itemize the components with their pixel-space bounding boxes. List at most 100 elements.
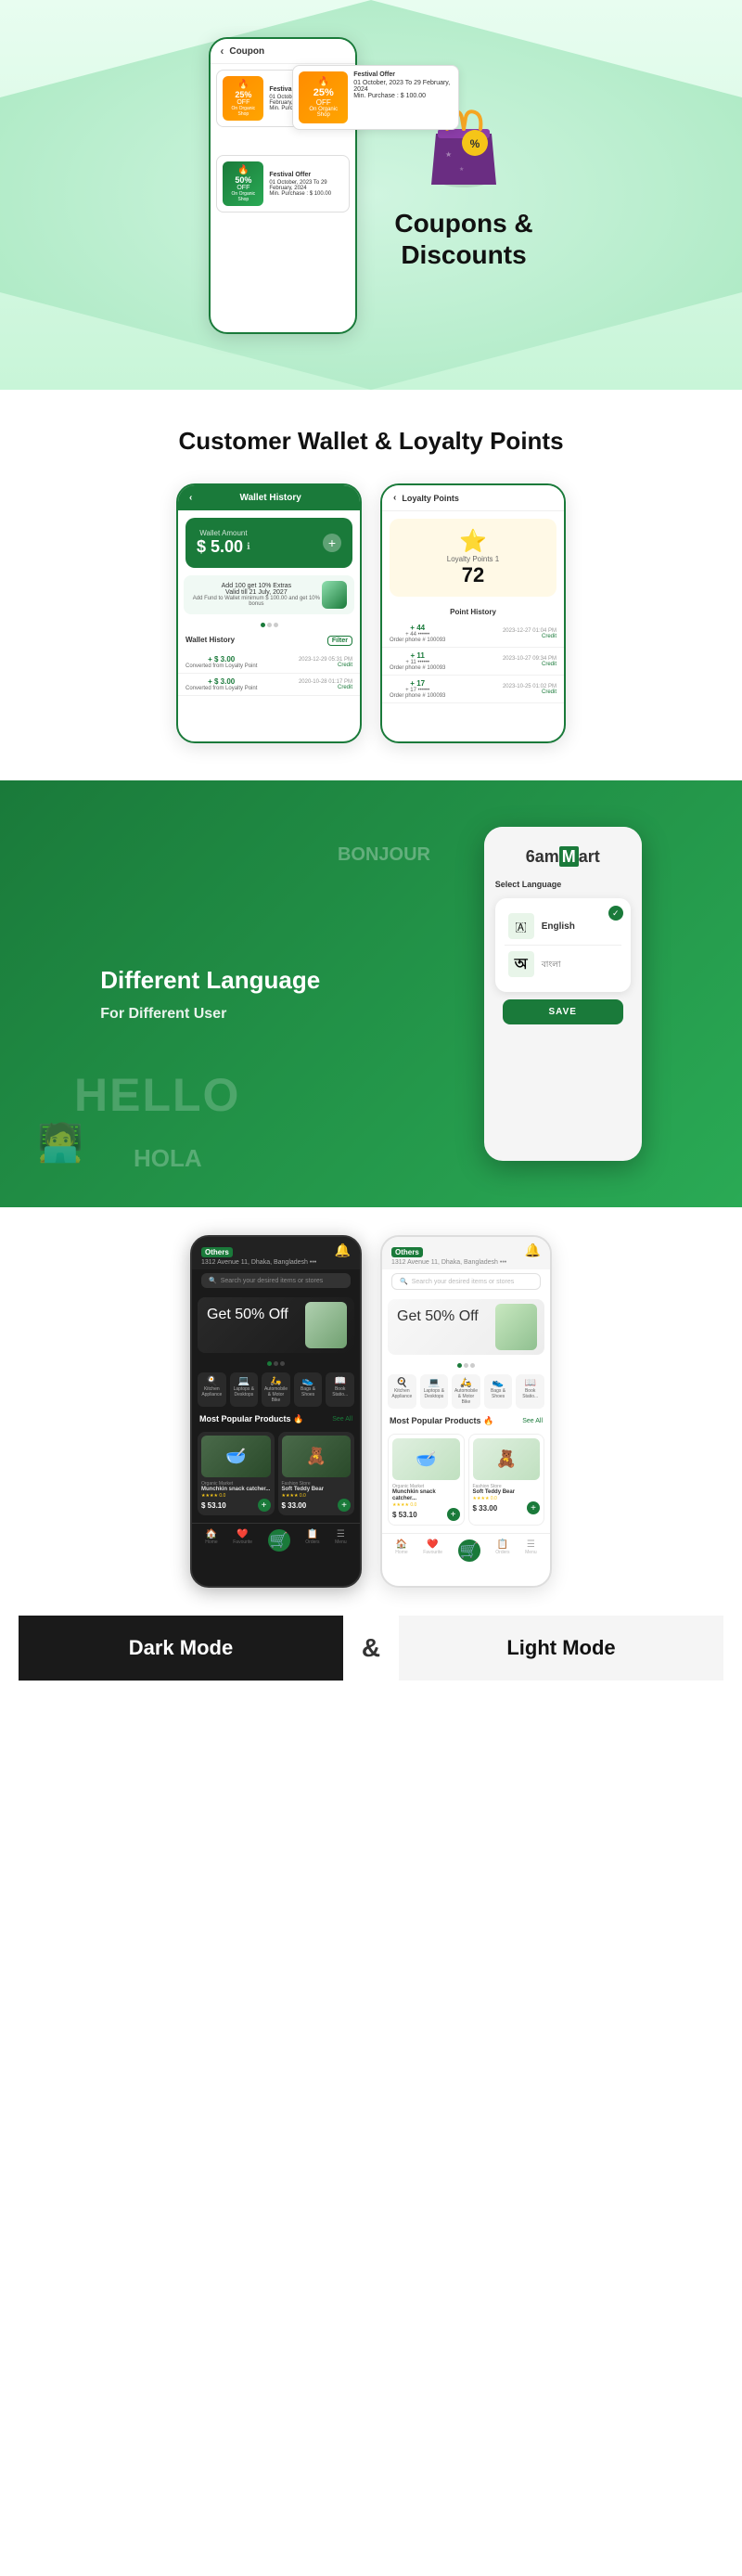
coupon-off-2: OFF: [228, 185, 258, 191]
ptx-1-date: 2023-12-27 01:04 PM: [503, 628, 556, 634]
wallet-header-label: Wallet History: [240, 493, 301, 503]
light-nav-cart[interactable]: 🛒: [458, 1539, 480, 1562]
save-language-button[interactable]: SAVE: [503, 999, 623, 1024]
tx-2-meta: 2020-10-28 01:17 PM Credit: [299, 679, 352, 690]
coupon-title-2: Festival Offer: [269, 172, 343, 178]
dark-search-bar[interactable]: 🔍 Search your desired items or stores: [201, 1273, 351, 1288]
cat-auto-icon-light: 🛵: [454, 1378, 479, 1388]
dark-products-row: 🥣 Organic Market Munchkin snack catcher.…: [192, 1428, 360, 1519]
coupon-badge-1: 🔥 25% OFF On Organic Shop: [223, 76, 263, 121]
light-nav-home[interactable]: 🏠 Home: [395, 1539, 407, 1562]
dot-1: [261, 623, 265, 627]
wallet-section: Customer Wallet & Loyalty Points ‹ Walle…: [0, 390, 742, 780]
check-badge-icon: ✓: [608, 906, 623, 921]
hello-text: HELLO: [74, 1068, 240, 1122]
light-dot-2: [464, 1363, 468, 1368]
select-language-label: Select Language: [495, 876, 631, 893]
light-product-2-image: 🧸: [473, 1438, 541, 1480]
light-search-bar[interactable]: 🔍 Search your desired items or stores: [391, 1273, 541, 1290]
search-icon-dark: 🔍: [209, 1277, 217, 1284]
light-address: 1312 Avenue 11, Dhaka, Bangladesh •••: [391, 1259, 506, 1266]
dark-nav-orders[interactable]: 📋 Orders: [305, 1529, 319, 1552]
cat-laptop-icon-light: 💻: [422, 1378, 447, 1388]
ptx-1-desc: Order phone # 100093: [390, 638, 445, 643]
bengali-label: বাংলা: [542, 958, 561, 972]
add-to-cart-light-1[interactable]: +: [447, 1508, 460, 1521]
light-popular-label: Most Popular Products 🔥: [390, 1416, 493, 1426]
coupons-title-line1: Coupons & Discounts: [394, 208, 532, 270]
ptx-1-amount: + 44: [390, 624, 445, 632]
cat-bags-light: 👟 Bags & Shoes: [484, 1374, 513, 1409]
bengali-option[interactable]: অ বাংলা: [505, 945, 621, 983]
english-flag-icon: 🇦: [508, 913, 534, 939]
add-to-cart-dark-1[interactable]: +: [258, 1499, 271, 1512]
tx-2-date: 2020-10-28 01:17 PM: [299, 679, 352, 685]
dark-nav-home[interactable]: 🏠 Home: [205, 1529, 217, 1552]
ptx-2-amount: + 11: [390, 651, 445, 660]
hola-text: HOLA: [134, 1144, 202, 1173]
dark-header-info: Others 1312 Avenue 11, Dhaka, Bangladesh…: [201, 1243, 316, 1266]
ptx-1-info: + 44 + 44 •••••• Order phone # 100093: [390, 624, 445, 643]
dark-nav-cart[interactable]: 🛒: [268, 1529, 290, 1552]
dark-product-2-footer: $ 33.00 +: [282, 1499, 352, 1512]
coupons-section: ‹ Coupon 🔥 25% OFF On Organic Shop Festi…: [0, 0, 742, 390]
cat-bags-label-light: Bags & Shoes: [486, 1388, 511, 1399]
point-history-label: Point History: [382, 604, 564, 620]
cat-laptop-dark: 💻 Laptops & Desktops: [230, 1372, 259, 1407]
add-to-cart-light-2[interactable]: +: [527, 1501, 540, 1514]
lang-phone-top: 6amMart Select Language ✓ 🇦 English অ বা…: [484, 827, 642, 1043]
mode-amp: &: [343, 1616, 399, 1681]
bell-icon-dark[interactable]: 🔔: [335, 1243, 351, 1258]
loyalty-header-label: Loyalty Points: [402, 494, 459, 503]
ptx-2-desc: Order phone # 100093: [390, 665, 445, 671]
filter-button[interactable]: Filter: [327, 636, 352, 646]
bell-icon-light[interactable]: 🔔: [525, 1243, 541, 1258]
point-tx-3: + 17 + 17 •••••• Order phone # 100093 20…: [382, 676, 564, 703]
dark-product-2-name: Soft Teddy Bear: [282, 1487, 352, 1493]
loyalty-points-card: ⭐ Loyalty Points 1 72: [390, 519, 556, 597]
dark-dot-2: [274, 1361, 278, 1366]
back-arrow-icon[interactable]: ‹: [220, 45, 224, 58]
ptx-3-meta: 2023-10-25 01:02 PM Credit: [503, 684, 556, 695]
coupon-date-2: 01 October, 2023 To 29 February, 2024: [269, 180, 343, 191]
light-nav-menu[interactable]: ☰ Menu: [525, 1539, 537, 1562]
light-product-1-image: 🥣: [392, 1438, 460, 1480]
promo-info: Add 100 get 10% Extras Valid till 21 Jul…: [191, 583, 322, 607]
dark-dot-3: [280, 1361, 285, 1366]
wallet-phone: ‹ Wallet History Wallet Amount $ 5.00 ℹ …: [176, 483, 362, 743]
dark-see-all[interactable]: See All: [332, 1416, 352, 1423]
light-see-all[interactable]: See All: [522, 1418, 543, 1424]
app-name-m: M: [559, 846, 579, 867]
dark-nav-menu[interactable]: ☰ Menu: [335, 1529, 347, 1552]
flame-icon-2: 🔥: [228, 165, 258, 175]
light-nav-fav[interactable]: ❤️ Favourite: [423, 1539, 442, 1562]
cat-laptop-icon: 💻: [232, 1376, 257, 1386]
dark-product-1-price: $ 53.10: [201, 1501, 226, 1510]
light-nav-orders[interactable]: 📋 Orders: [495, 1539, 509, 1562]
dot-3: [274, 623, 278, 627]
wallet-tx-1: + $ 3.00 Converted from Loyalty Point 20…: [178, 651, 360, 674]
tx-1-desc: Converted from Loyalty Point: [186, 663, 257, 669]
add-to-cart-dark-2[interactable]: +: [338, 1499, 351, 1512]
english-option[interactable]: 🇦 English: [505, 908, 621, 945]
dark-product-2-price: $ 33.00: [282, 1501, 307, 1510]
wallet-amount-value: $ 5.00: [197, 537, 243, 557]
dark-product-1-image: 🥣: [201, 1436, 271, 1477]
bengali-info: বাংলা: [542, 958, 561, 972]
others-label-light: Others: [391, 1247, 423, 1257]
wallet-history-header: Wallet History Filter: [178, 630, 360, 651]
dark-nav-fav[interactable]: ❤️ Favourite: [233, 1529, 252, 1552]
flame-icon-1: 🔥: [228, 80, 258, 90]
tx-1-meta: 2023-12-29 05:31 PM Credit: [299, 657, 352, 668]
cat-kitchen-icon-light: 🍳: [390, 1378, 415, 1388]
loyalty-back-icon[interactable]: ‹: [393, 493, 396, 503]
light-bottom-nav: 🏠 Home ❤️ Favourite 🛒 📋 Orders ☰ Menu: [382, 1533, 550, 1567]
cat-kitchen-light: 🍳 Kitchen Appliance: [388, 1374, 416, 1409]
ptx-2-meta: 2023-10-27 09:34 PM Credit: [503, 656, 556, 667]
add-wallet-button[interactable]: +: [323, 534, 341, 552]
wallet-back-icon[interactable]: ‹: [189, 493, 192, 503]
ptx-3-info: + 17 + 17 •••••• Order phone # 100093: [390, 679, 445, 699]
character-illustration: 🧑‍💻: [37, 1121, 83, 1165]
coupon-pct-2: 50%: [228, 175, 258, 185]
light-banner-image: [495, 1304, 537, 1350]
